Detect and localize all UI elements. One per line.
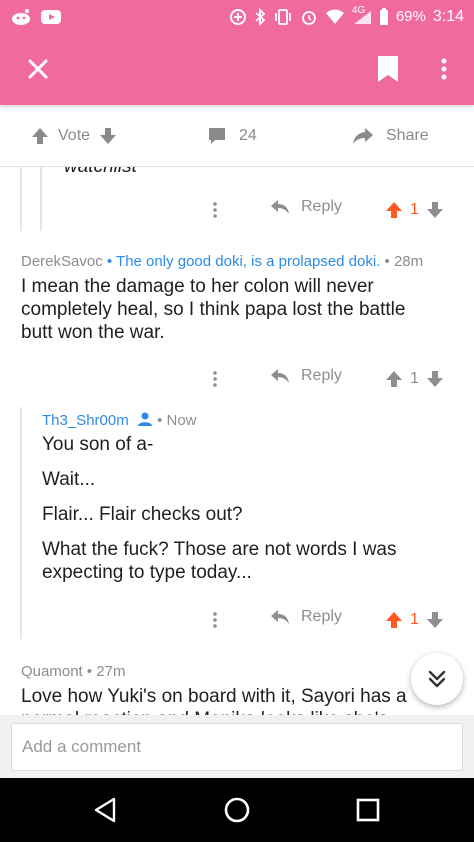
comment-score: 1 [410,370,419,387]
comment-time: 27m [96,663,126,680]
vote-control: Vote [30,105,118,167]
reply-label: Reply [301,198,342,215]
add-comment-input[interactable] [11,723,463,771]
comment-more-icon[interactable] [210,200,220,220]
downvote-arrow-icon[interactable] [425,610,445,630]
comment-meta: Th3_Shr00m • Now [42,411,197,429]
downvote-arrow-icon[interactable] [98,126,118,146]
data-saver-icon [229,8,247,26]
recents-button[interactable] [352,794,384,826]
alarm-icon [300,8,318,26]
comment-count: 24 [239,127,257,144]
comment-bubble-icon [209,128,225,144]
comment-author[interactable]: Th3_Shr00m [42,412,129,429]
battery-icon [379,7,389,26]
vote-label: Vote [58,127,91,144]
comment-paragraph: Flair... Flair checks out? [42,504,243,525]
comment-vote-group: 1 [384,200,445,220]
reply-arrow-icon [271,200,289,214]
clock: 3:14 [432,7,464,25]
comment-score: 1 [410,201,419,218]
close-icon [28,59,48,79]
save-post-button[interactable] [377,55,399,83]
back-triangle-icon [94,797,116,823]
comment-paragraph: You son of a- [42,434,154,455]
overflow-menu-button[interactable] [436,55,452,83]
comment-more-icon[interactable] [210,610,220,630]
app-bar [0,33,474,105]
user-flair: The only good doki, is a prolapsed doki. [116,253,381,270]
bookmark-icon [378,56,398,82]
comment-body: watchlist [64,167,137,178]
comment-paragraph: Love how Yuki's on board with it, Sayori… [21,686,407,715]
comment-author[interactable]: DerekSavoc [21,253,103,270]
upvote-arrow-icon[interactable] [384,610,404,630]
dot-separator: • [106,253,117,270]
status-right: 4G 69% 3:14 [229,5,464,26]
dot-separator: • [86,663,97,680]
double-chevron-down-icon [428,670,446,688]
comment-composer-bar [0,715,474,778]
comment-vote-group: 1 [384,369,445,389]
share-arrow-icon [353,128,373,144]
back-button[interactable] [90,794,122,826]
status-left [10,8,62,26]
signal-icon: 4G [352,5,372,25]
comment-score: 1 [410,611,419,628]
reply-arrow-icon [271,610,289,624]
post-action-row: Vote 24 Share [0,105,474,167]
comment-time: Now [166,412,197,429]
collapse-comments-button[interactable] [411,653,463,705]
comment-meta: Quamont • 27m [21,663,125,680]
reply-arrow-icon [271,369,289,383]
comment-author[interactable]: Quamont [21,663,83,680]
network-type: 4G [351,4,366,16]
reply-button[interactable]: Reply [270,367,342,385]
reply-label: Reply [301,608,342,625]
battery-percent: 69% [395,8,426,25]
comment-paragraph: What the fuck? Those are not words I was… [42,539,397,583]
reply-label: Reply [301,367,342,384]
comment-body: I mean the damage to her colon will neve… [21,275,441,356]
comment-paragraph: Wait... [42,469,96,490]
bluetooth-icon [254,7,266,26]
thread-line [20,167,22,231]
youtube-icon [40,9,62,25]
close-button[interactable] [24,55,52,83]
comment-body: You son of a- Wait... Flair... Flair che… [42,433,442,596]
vibrate-icon [273,8,293,26]
comment-meta: DerekSavoc • The only good doki, is a pr… [21,253,423,270]
home-circle-icon [224,797,250,823]
status-bar: 4G 69% 3:14 [0,0,474,33]
android-nav-bar [0,778,474,842]
comment-time: 28m [393,253,424,270]
dot-separator: • [384,253,394,270]
recents-square-icon [356,798,380,822]
reddit-icon [10,8,32,26]
upvote-arrow-icon[interactable] [384,369,404,389]
more-vertical-icon [441,58,447,80]
comments-button[interactable]: 24 [207,105,257,167]
thread-line [40,167,42,231]
home-button[interactable] [221,794,253,826]
comment-paragraph: I mean the damage to her colon will neve… [21,276,406,343]
upvote-arrow-icon[interactable] [30,126,50,146]
thread-line [20,407,22,639]
comment-vote-group: 1 [384,610,445,630]
user-icon [137,412,152,426]
comment-more-icon[interactable] [210,369,220,389]
downvote-arrow-icon[interactable] [425,200,445,220]
upvote-arrow-icon[interactable] [384,200,404,220]
wifi-icon [325,9,345,25]
comment-body: Love how Yuki's on board with it, Sayori… [21,685,441,715]
downvote-arrow-icon[interactable] [425,369,445,389]
share-label: Share [386,127,429,144]
comment-list[interactable]: watchlist Reply 1 DerekSavoc • The only … [0,167,474,715]
reply-button[interactable]: Reply [270,198,342,216]
share-button[interactable]: Share [352,105,429,167]
reply-button[interactable]: Reply [270,608,342,626]
